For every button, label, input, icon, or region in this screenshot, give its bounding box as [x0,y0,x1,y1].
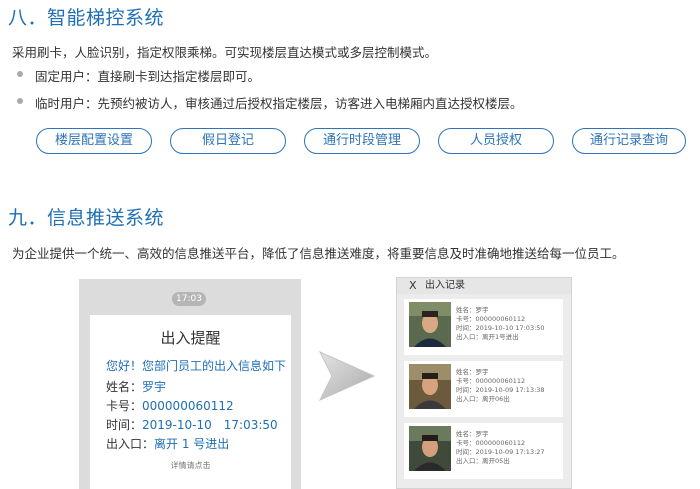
record-info: 姓名：罗宇 卡号：000000060112 时间：2019-10-10 17:0… [456,306,545,342]
record-info: 姓名：罗宇 卡号：000000060112 时间：2019-10-09 17:1… [456,368,545,404]
bullet-temp-user: 临时用户：先预约被访人，审核通过后授权指定楼层，访客进入电梯厢内直达授权楼层。 [35,96,523,111]
card-value: 000000060112 [142,399,234,413]
holiday-register-button[interactable]: 假日登记 [170,128,286,154]
record-card-no: 卡号：000000060112 [456,315,526,323]
name-value: 罗宇 [142,380,167,394]
time-value: 2019-10-10 17:03:50 [142,418,278,432]
bullet-dot [17,71,23,77]
notification-greeting: 您好！您部门员工的出入信息如下 [106,359,287,373]
record-info: 姓名：罗宇 卡号：000000060112 时间：2019-10-09 17:1… [456,430,545,466]
time-label: 时间： [106,418,143,432]
name-label: 姓名： [106,380,143,394]
door-value: 离开 1 号进出 [154,437,230,451]
records-header: X 出入记录 [397,278,571,294]
card-row: 卡号：000000060112 [106,397,234,414]
name-row: 姓名：罗宇 [106,378,166,395]
record-time: 时间：2019-10-10 17:03:50 [456,324,545,332]
record-card-no: 卡号：000000060112 [456,377,526,385]
record-door: 出入口：离开06出 [456,395,510,403]
person-photo [409,364,451,409]
record-door: 出入口：离开05出 [456,457,510,465]
section-8-title: 八．智能梯控系统 [8,7,165,29]
person-photo [409,426,451,471]
record-time: 时间：2019-10-09 17:13:27 [456,448,545,456]
section-9-intro: 为企业提供一个统一、高效的信息推送平台，降低了信息推送难度，将重要信息及时准确地… [12,246,625,261]
record-name: 姓名：罗宇 [456,306,489,314]
details-link[interactable]: 详情请点击 [90,460,291,471]
section-9-title: 九．信息推送系统 [8,207,165,229]
bullet-dot [17,98,23,104]
close-icon[interactable]: X [409,278,417,294]
bullet-fixed-user: 固定用户：直接刷卡到达指定楼层即可。 [35,69,261,84]
card-label: 卡号： [106,399,143,413]
access-period-button[interactable]: 通行时段管理 [304,128,420,154]
section-8-intro: 采用刷卡，人脸识别，指定权限乘梯。可实现楼层直达模式或多层控制模式。 [12,45,438,60]
access-record-query-button[interactable]: 通行记录查询 [572,128,686,154]
time-row: 时间：2019-10-10 17:03:50 [106,416,278,433]
record-time: 时间：2019-10-09 17:13:38 [456,386,545,394]
record-door: 出入口：离开1号进出 [456,333,519,341]
door-label: 出入口： [106,437,155,451]
door-row: 出入口：离开 1 号进出 [106,435,229,452]
notification-title: 出入提醒 [160,329,221,347]
staff-authorize-button[interactable]: 人员授权 [438,128,554,154]
record-name: 姓名：罗宇 [456,368,489,376]
record-card-no: 卡号：000000060112 [456,439,526,447]
floor-config-button[interactable]: 楼层配置设置 [36,128,152,154]
person-photo [409,302,451,347]
phone-time-badge: 17:03 [172,292,206,306]
arrow-right-icon [318,350,376,402]
records-title: 出入记录 [425,280,465,291]
record-name: 姓名：罗宇 [456,430,489,438]
